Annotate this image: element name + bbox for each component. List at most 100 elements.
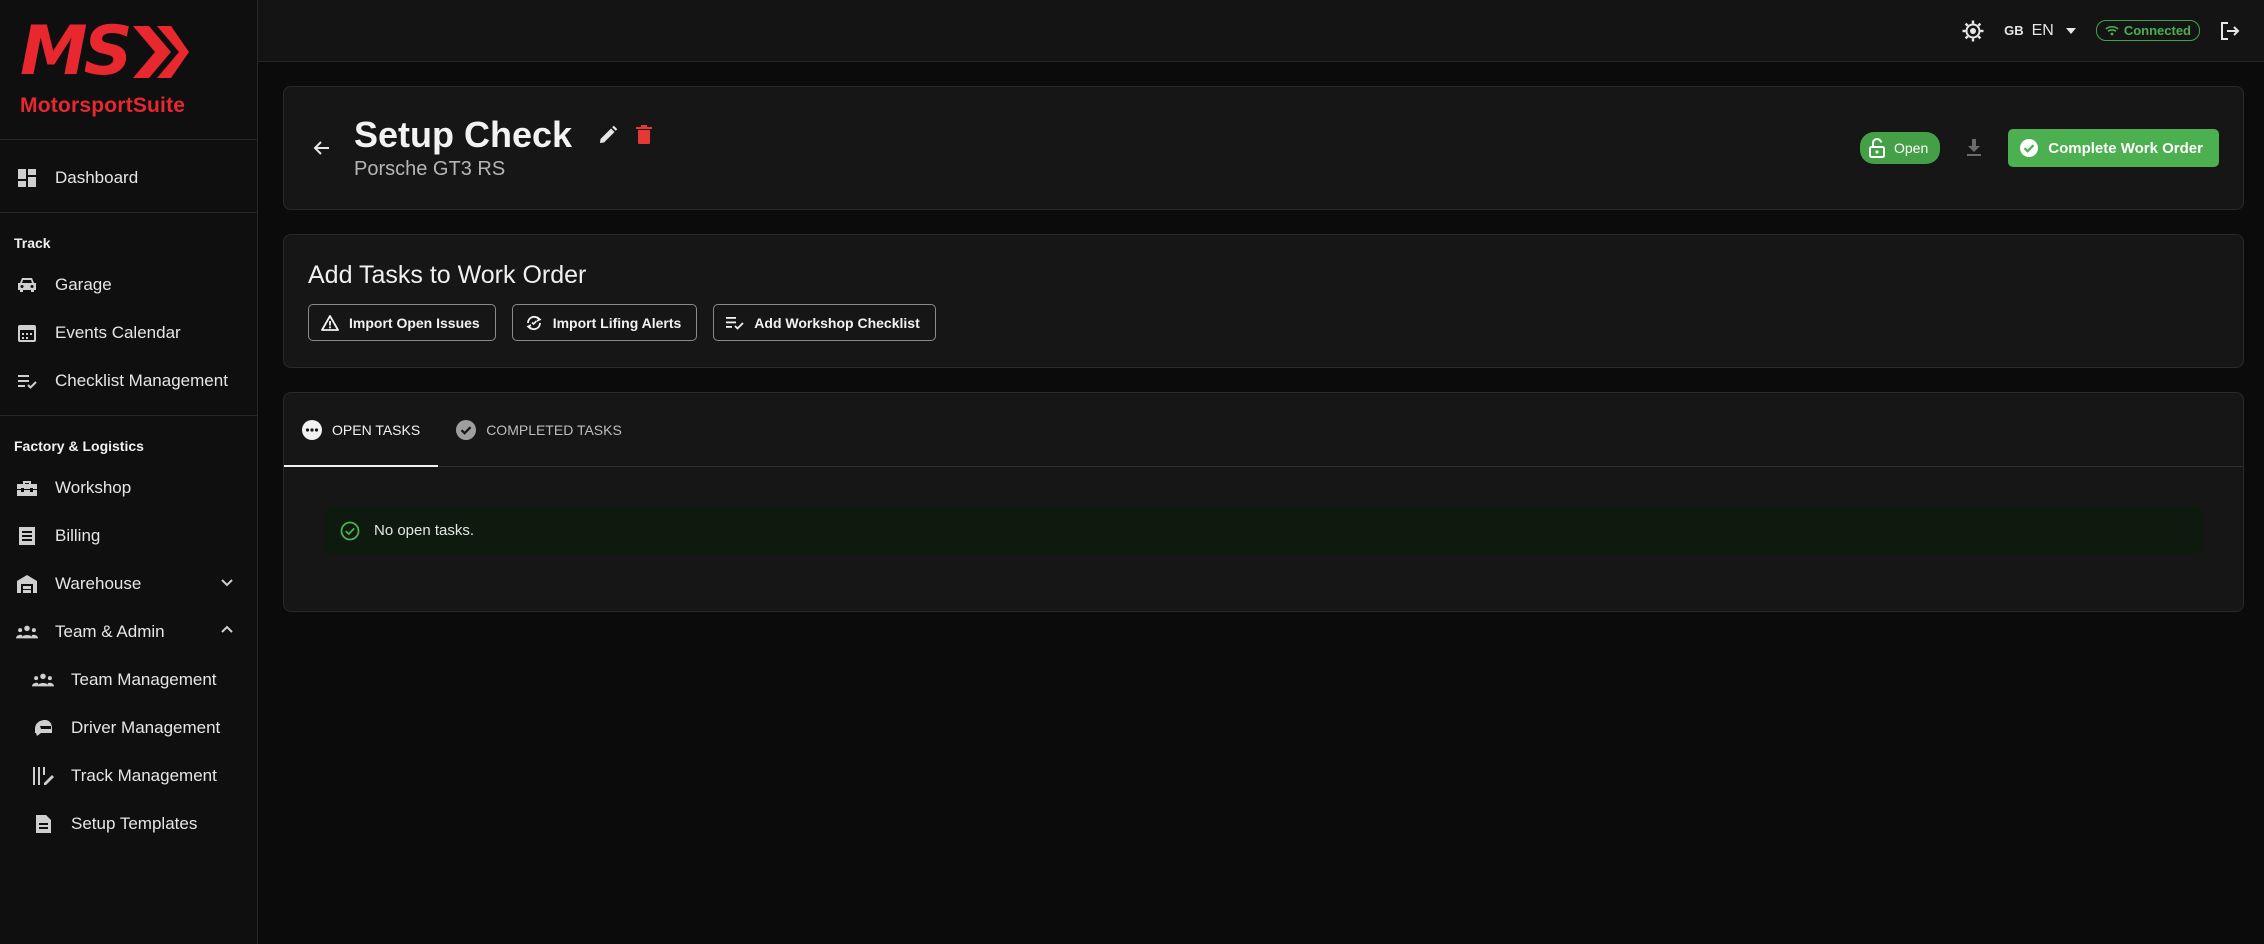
- success-outline-icon: [340, 521, 360, 541]
- status-label: Open: [1893, 140, 1929, 156]
- sidebar-item-label: Billing: [55, 526, 101, 545]
- checklist-icon: [726, 316, 744, 330]
- group-icon: [16, 621, 38, 643]
- page-title: Setup Check: [354, 113, 573, 155]
- sidebar-item-setup-templates[interactable]: Setup Templates: [0, 800, 257, 848]
- sidebar-item-label: Driver Management: [71, 718, 221, 737]
- delete-trash-icon[interactable]: [636, 125, 653, 145]
- pending-dots-icon: [302, 419, 322, 440]
- warning-icon: [321, 314, 339, 331]
- sidebar-item-label: Setup Templates: [71, 814, 198, 833]
- sidebar-item-events-calendar[interactable]: Events Calendar: [0, 309, 257, 357]
- title-actions: [598, 125, 653, 145]
- import-lifing-alerts-button[interactable]: Import Lifing Alerts: [511, 304, 698, 341]
- sidebar-item-label: Checklist Management: [55, 371, 228, 390]
- edit-pencil-icon[interactable]: [598, 125, 618, 145]
- chevron-down-icon[interactable]: [219, 574, 235, 595]
- tab-label: COMPLETED TASKS: [486, 421, 622, 438]
- brand-logo[interactable]: MS MotorsportSuite: [0, 0, 257, 140]
- vehicle-subtitle: Porsche GT3 RS: [354, 158, 506, 181]
- add-workshop-checklist-button[interactable]: Add Workshop Checklist: [713, 304, 936, 341]
- sidebar-nav: Dashboard Track Garage Events Calendar C…: [0, 140, 257, 848]
- chevron-up-icon[interactable]: [219, 622, 235, 643]
- language-selector[interactable]: GB EN: [2004, 22, 2076, 40]
- sidebar-item-team-admin[interactable]: Team & Admin: [0, 608, 257, 656]
- sidebar: MS MotorsportSuite Dashboard Track Garag…: [0, 0, 258, 944]
- warehouse-icon: [16, 573, 38, 595]
- helmet-icon: [32, 717, 54, 739]
- sidebar-item-warehouse[interactable]: Warehouse: [0, 560, 257, 608]
- flag-label: GB: [2004, 23, 2024, 38]
- sync-alert-icon: [525, 314, 543, 332]
- import-open-issues-button[interactable]: Import Open Issues: [308, 304, 496, 341]
- download-icon[interactable]: [1966, 139, 1982, 157]
- logout-icon[interactable]: [2220, 21, 2240, 41]
- sidebar-item-checklist-management[interactable]: Checklist Management: [0, 357, 257, 405]
- caret-down-icon: [2065, 27, 2076, 34]
- work-order-header: Setup Check Porsche GT3 RS Open Complete…: [283, 86, 2244, 210]
- tasks-tabs-card: OPEN TASKS COMPLETED TASKS No open tasks…: [283, 392, 2244, 612]
- app-root: MS MotorsportSuite Dashboard Track Garag…: [0, 0, 2264, 944]
- sidebar-item-billing[interactable]: Billing: [0, 512, 257, 560]
- wifi-icon: [2105, 25, 2119, 36]
- sidebar-item-label: Warehouse: [55, 574, 142, 593]
- sidebar-item-label: Track Management: [71, 766, 217, 785]
- unlock-icon: [1868, 138, 1886, 158]
- connection-label: Connected: [2123, 23, 2191, 38]
- button-label: Add Workshop Checklist: [754, 314, 920, 331]
- check-circle-icon: [2020, 139, 2039, 157]
- calendar-icon: [16, 322, 38, 344]
- group-icon: [32, 669, 54, 691]
- status-badge[interactable]: Open: [1859, 132, 1941, 164]
- connection-status-badge: Connected: [2095, 20, 2200, 41]
- sidebar-item-label: Dashboard: [55, 168, 139, 187]
- content: Setup Check Porsche GT3 RS Open Complete…: [258, 62, 2264, 612]
- tab-bar: OPEN TASKS COMPLETED TASKS: [284, 393, 2243, 467]
- sidebar-item-dashboard[interactable]: Dashboard: [0, 154, 257, 202]
- theme-toggle-icon[interactable]: [1962, 20, 1984, 42]
- language-label: EN: [2031, 21, 2054, 39]
- top-bar: GB EN Connected: [258, 0, 2264, 62]
- divider: [0, 415, 257, 416]
- sidebar-item-garage[interactable]: Garage: [0, 261, 257, 309]
- back-arrow-icon[interactable]: [312, 138, 332, 158]
- track-edit-icon: [32, 765, 54, 787]
- sidebar-item-label: Team Management: [71, 670, 217, 689]
- logo-chevrons-icon: [132, 26, 189, 78]
- sidebar-item-label: Events Calendar: [55, 323, 181, 342]
- complete-work-order-button[interactable]: Complete Work Order: [2008, 129, 2219, 167]
- document-icon: [32, 813, 54, 835]
- tab-label: OPEN TASKS: [332, 421, 421, 438]
- sidebar-item-label: Workshop: [55, 478, 132, 497]
- button-label: Import Lifing Alerts: [552, 314, 682, 331]
- dashboard-icon: [16, 167, 38, 189]
- check-circle-icon: [456, 419, 477, 440]
- button-label: Import Open Issues: [349, 314, 480, 331]
- section-heading-factory: Factory & Logistics: [14, 438, 144, 454]
- sidebar-item-driver-management[interactable]: Driver Management: [0, 704, 257, 752]
- sidebar-item-workshop[interactable]: Workshop: [0, 464, 257, 512]
- receipt-icon: [16, 525, 38, 547]
- tab-open-tasks[interactable]: OPEN TASKS: [284, 393, 439, 467]
- divider: [0, 212, 257, 213]
- header-right-actions: Open Complete Work Order: [1859, 129, 2219, 167]
- section-title: Add Tasks to Work Order: [308, 261, 587, 289]
- add-tasks-card: Add Tasks to Work Order Import Open Issu…: [283, 234, 2244, 368]
- logo-mark: MS: [20, 12, 133, 91]
- sidebar-item-team-management[interactable]: Team Management: [0, 656, 257, 704]
- sidebar-item-track-management[interactable]: Track Management: [0, 752, 257, 800]
- car-icon: [16, 274, 38, 296]
- sidebar-item-label: Garage: [55, 275, 112, 294]
- main-area: GB EN Connected Setup Check Porsche GT3 …: [258, 0, 2264, 944]
- add-tasks-buttons: Import Open Issues Import Lifing Alerts …: [308, 304, 2219, 341]
- tab-completed-tasks[interactable]: COMPLETED TASKS: [438, 393, 640, 466]
- button-label: Complete Work Order: [2048, 139, 2203, 157]
- toolbox-icon: [16, 477, 38, 499]
- notice-text: No open tasks.: [374, 522, 475, 539]
- checklist-icon: [16, 370, 38, 392]
- empty-state-notice: No open tasks.: [324, 507, 2203, 554]
- title-block: Setup Check Porsche GT3 RS: [354, 115, 572, 182]
- section-heading-track: Track: [14, 235, 51, 251]
- sidebar-item-label: Team & Admin: [55, 622, 165, 641]
- brand-name: MotorsportSuite: [20, 94, 186, 117]
